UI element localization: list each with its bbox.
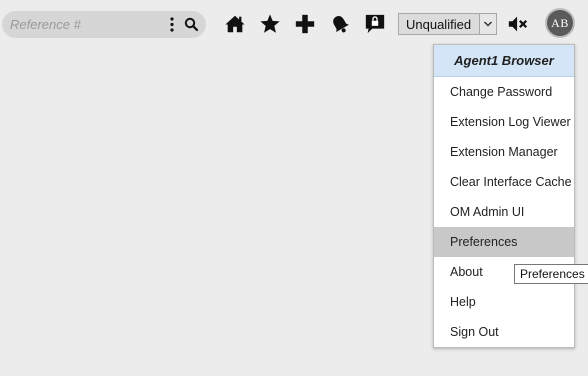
- chevron-down-icon[interactable]: [479, 14, 496, 34]
- preferences-tooltip: Preferences: [514, 264, 588, 284]
- menu-title: Agent1 Browser: [454, 53, 554, 68]
- search-icon[interactable]: [184, 17, 199, 32]
- menu-item-change-password[interactable]: Change Password: [434, 77, 574, 107]
- menu-item-preferences[interactable]: Preferences: [434, 227, 574, 257]
- star-icon[interactable]: [259, 13, 281, 35]
- more-options-icon[interactable]: [169, 17, 175, 32]
- home-icon[interactable]: [224, 13, 246, 35]
- menu-item-extension-log-viewer[interactable]: Extension Log Viewer: [434, 107, 574, 137]
- plus-icon[interactable]: [294, 13, 316, 35]
- user-avatar[interactable]: AB: [545, 8, 575, 38]
- menu-item-help[interactable]: Help: [434, 287, 574, 317]
- menu-header: Agent1 Browser: [434, 45, 574, 77]
- menu-item-om-admin-ui[interactable]: OM Admin UI: [434, 197, 574, 227]
- qualification-select-value: Unqualified: [406, 17, 472, 32]
- mute-icon[interactable]: [507, 13, 529, 35]
- bell-icon[interactable]: [329, 13, 351, 35]
- reference-search-input[interactable]: [10, 15, 160, 34]
- qualification-select[interactable]: Unqualified: [398, 13, 497, 35]
- avatar-initials: AB: [551, 15, 569, 30]
- search-box: [2, 11, 206, 38]
- menu-item-sign-out[interactable]: Sign Out: [434, 317, 574, 347]
- chat-lock-icon[interactable]: [364, 13, 386, 35]
- menu-item-extension-manager[interactable]: Extension Manager: [434, 137, 574, 167]
- user-menu: Agent1 Browser Change Password Extension…: [433, 44, 575, 348]
- menu-item-clear-interface-cache[interactable]: Clear Interface Cache: [434, 167, 574, 197]
